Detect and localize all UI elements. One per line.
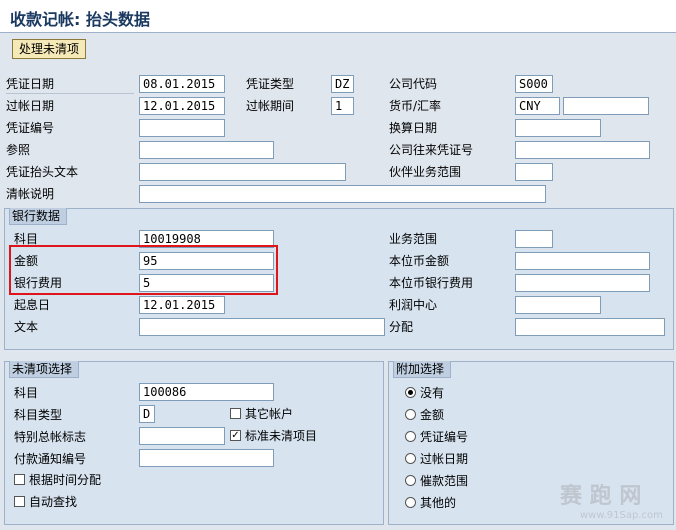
header-text-label: 凭证抬头文本 [6,165,79,179]
bank-text-label: 文本 [14,320,39,334]
doc-type-field[interactable]: DZ [331,75,354,93]
lc-amount-label: 本位币金额 [389,254,450,268]
doc-type-label: 凭证类型 [246,77,295,91]
reference-field[interactable] [139,141,274,159]
clearing-text-field[interactable] [139,185,546,203]
distribute-by-age-label: 根据时间分配 [29,473,102,487]
assignment-label: 分配 [389,320,414,334]
highlight-box [9,245,278,295]
reference-label: 参照 [6,143,31,157]
clearing-text-label: 清帐说明 [6,187,55,201]
radio-dunning-area-label: 催款范围 [420,474,469,488]
radio-dunning-area[interactable] [405,475,416,486]
additional-selection-title: 附加选择 [393,361,452,378]
payment-advice-label: 付款通知编号 [14,452,87,466]
company-code-label: 公司代码 [389,77,438,91]
assignment-field[interactable] [515,318,665,336]
special-gl-label: 特别总帐标志 [14,430,87,444]
payment-advice-field[interactable] [139,449,274,467]
oi-account-label: 科目 [14,386,39,400]
oi-account-field[interactable]: 100086 [139,383,274,401]
lc-bank-charges-field[interactable] [515,274,650,292]
radio-amount[interactable] [405,409,416,420]
cross-cc-doc-label: 公司往来凭证号 [389,143,474,157]
radio-doc-number-label: 凭证编号 [420,430,469,444]
company-code-field[interactable]: S000 [515,75,553,93]
doc-date-label: 凭证日期 [6,75,134,94]
watermark-text: 赛 跑 网 [560,484,642,509]
auto-search-checkbox[interactable] [14,496,25,507]
business-area-label: 业务范围 [389,232,438,246]
translation-date-label: 换算日期 [389,121,438,135]
lc-amount-field[interactable] [515,252,650,270]
value-date-label: 起息日 [14,298,51,312]
radio-none-label: 没有 [420,386,445,400]
header-text-field[interactable] [139,163,346,181]
lc-bank-charges-label: 本位币银行费用 [389,276,474,290]
other-accounts-label: 其它帐户 [245,407,294,421]
profit-center-label: 利润中心 [389,298,438,312]
radio-posting-date[interactable] [405,453,416,464]
exchange-rate-field[interactable] [563,97,649,115]
period-label: 过帐期间 [246,99,295,113]
posting-date-label: 过帐日期 [6,99,55,113]
business-area-field[interactable] [515,230,553,248]
trading-partner-label: 伙伴业务范围 [389,165,462,179]
standard-oi-checkbox[interactable]: ✓ [230,430,241,441]
bank-data-title: 银行数据 [9,208,68,225]
auto-search-label: 自动查找 [29,495,78,509]
doc-number-label: 凭证编号 [6,121,55,135]
window-title: 收款记帐: 抬头数据 [10,10,150,29]
profit-center-field[interactable] [515,296,601,314]
special-gl-field[interactable] [139,427,225,445]
cross-cc-doc-field[interactable] [515,141,650,159]
radio-amount-label: 金额 [420,408,445,422]
translation-date-field[interactable] [515,119,601,137]
currency-rate-label: 货币/汇率 [389,99,442,113]
bank-text-field[interactable] [139,318,385,336]
account-type-field[interactable]: D [139,405,155,423]
watermark-url: www.91Sap.com [580,510,663,521]
posting-date-field[interactable]: 12.01.2015 [139,97,225,115]
title-bar: 收款记帐: 抬头数据 [0,0,676,33]
doc-number-field[interactable] [139,119,225,137]
open-item-selection-title: 未清项选择 [9,361,80,378]
radio-doc-number[interactable] [405,431,416,442]
value-date-field[interactable]: 12.01.2015 [139,296,225,314]
radio-other-label: 其他的 [420,496,457,510]
doc-date-field[interactable]: 08.01.2015 [139,75,225,93]
radio-posting-date-label: 过帐日期 [420,452,469,466]
other-accounts-checkbox[interactable] [230,408,241,419]
distribute-by-age-checkbox[interactable] [14,474,25,485]
period-field[interactable]: 1 [331,97,354,115]
trading-partner-field[interactable] [515,163,553,181]
process-open-items-button[interactable]: 处理未清项 [12,39,87,59]
radio-none[interactable] [405,387,416,398]
standard-oi-label: 标准未清项目 [245,429,318,443]
currency-field[interactable]: CNY [515,97,560,115]
account-type-label: 科目类型 [14,408,63,422]
radio-other[interactable] [405,497,416,508]
